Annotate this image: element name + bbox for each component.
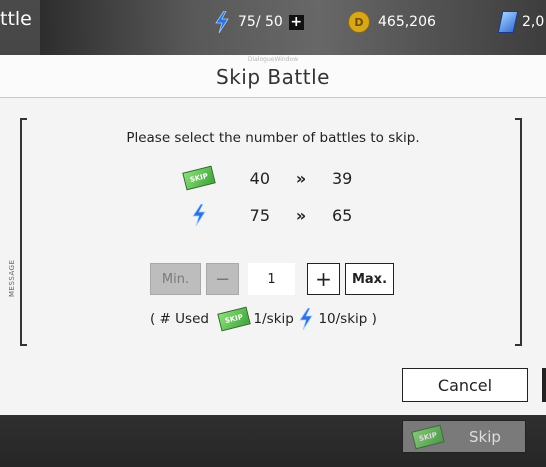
arrow-icon: » [295, 168, 307, 188]
ticket-cost: 1/skip [249, 311, 299, 327]
stamina-change-row: 75 » 65 [178, 202, 378, 228]
skip-button[interactable]: SKIP Skip [402, 420, 526, 453]
coin-icon: D [348, 11, 370, 33]
instruction-text: Please select the number of battles to s… [126, 130, 420, 146]
ticket-count-before: 40 [249, 168, 270, 188]
arrow-icon: » [295, 205, 307, 225]
message-label: MESSAGE [8, 259, 16, 298]
frame-bracket-right [515, 118, 522, 346]
stamina-bolt-icon [299, 308, 313, 330]
quantity-field[interactable]: 1 [248, 263, 295, 295]
min-button[interactable]: Min. [150, 263, 201, 295]
confirm-button-edge[interactable] [542, 368, 546, 402]
ticket-count-after: 39 [332, 168, 353, 188]
skip-ticket-icon: SKIP [217, 306, 251, 332]
stamina-before: 75 [249, 205, 270, 225]
dialog-title: Skip Battle [216, 65, 330, 89]
skip-button-label: Skip [469, 427, 501, 446]
stamina-value: 75/ 50 [238, 14, 283, 30]
frame-bracket-left [20, 118, 27, 346]
skip-ticket-icon: SKIP [182, 165, 216, 191]
skip-ticket-change-row: SKIP 40 » 39 [178, 165, 378, 191]
stamina-bolt-icon [192, 204, 206, 226]
increment-button[interactable]: + [307, 263, 340, 295]
coin-counter: D 465,206 [348, 10, 436, 34]
stamina-after: 65 [332, 205, 353, 225]
used-prefix: ( # Used [150, 311, 214, 327]
cancel-button[interactable]: Cancel [402, 368, 528, 402]
stamina-counter: 75/ 50 + [214, 10, 304, 34]
add-stamina-button[interactable]: + [288, 14, 304, 30]
skip-battle-dialog: DialogueWindow Skip Battle MESSAGE Pleas… [0, 55, 546, 415]
top-bar: ttle 75/ 50 + D 465,206 2,0 [0, 0, 546, 44]
coin-value: 465,206 [378, 14, 436, 30]
dialog-caption: DialogueWindow [247, 56, 299, 63]
gem-icon [497, 11, 519, 33]
dialog-header: DialogueWindow Skip Battle [0, 55, 546, 98]
gem-value: 2,0 [522, 14, 545, 30]
gem-counter: 2,0 [497, 10, 545, 34]
stamina-bolt-icon [215, 11, 229, 33]
screen-title: ttle [0, 8, 32, 30]
skip-ticket-icon: SKIP [411, 424, 445, 449]
max-button[interactable]: Max. [345, 263, 394, 295]
stamina-cost: 10/skip ) [314, 311, 377, 327]
decrement-button[interactable]: − [206, 263, 239, 295]
cost-per-skip-line: ( # Used SKIP 1/skip 10/skip ) [150, 306, 377, 332]
